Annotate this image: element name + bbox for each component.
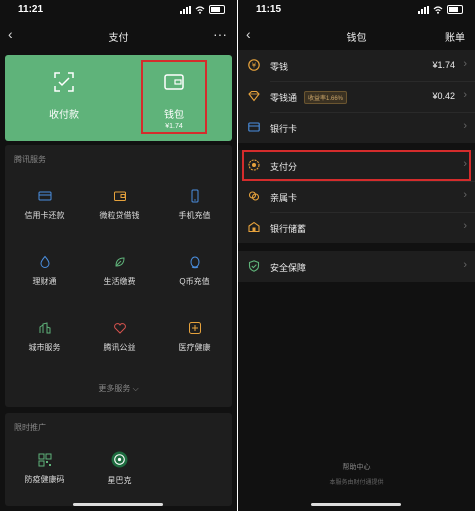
page-title: 支付 [108, 33, 129, 44]
wifi-icon [195, 5, 205, 14]
lqt-row[interactable]: 零钱通 收益率1.66% ¥0.42 › [238, 81, 475, 112]
change-label: 零钱 [270, 62, 289, 72]
shield-icon [248, 260, 260, 272]
page-title: 钱包 [346, 33, 367, 44]
service-label: 手机充值 [178, 211, 211, 220]
family-card-row[interactable]: 亲属卡 › [238, 181, 475, 212]
service-item[interactable]: 手机充值 [157, 189, 232, 221]
qq-penguin-icon [190, 256, 199, 269]
service-label: 理财通 [32, 277, 57, 286]
provider-note: 本服务由财付通提供 [329, 480, 384, 486]
balance-group: ¥ 零钱 ¥1.74 › 零钱通 收益率1.66% ¥0.42 › 银行卡 › [238, 50, 475, 143]
service-item[interactable]: 腾讯公益 [82, 321, 157, 353]
collect-pay-button[interactable]: 收付款 [19, 71, 109, 121]
chevron-right-icon: › [463, 89, 467, 101]
status-bar: 11:15 [238, 0, 475, 22]
status-time: 11:21 [18, 4, 44, 15]
wifi-icon [433, 5, 443, 14]
diamond-icon [248, 90, 260, 102]
security-row[interactable]: 安全保障 › [238, 251, 475, 282]
signal-icon [180, 5, 191, 14]
wallet-highlight-box [141, 60, 207, 134]
charity-heart-icon [113, 323, 126, 334]
lqt-value: ¥0.42 [432, 91, 455, 101]
battery-icon [209, 5, 225, 14]
signal-icon [418, 5, 429, 14]
chevron-right-icon: › [463, 220, 467, 232]
loan-wallet-icon [113, 191, 126, 201]
qr-code-icon [38, 453, 51, 467]
chevron-right-icon: › [463, 189, 467, 201]
bank-card-label: 银行卡 [270, 124, 298, 134]
service-label: 腾讯公益 [103, 343, 136, 352]
promotions-card: 限时推广 防疫健康码 星巴克 [5, 413, 232, 506]
coin-icon: ¥ [248, 59, 260, 71]
service-item[interactable]: 理财通 [7, 255, 82, 287]
more-icon[interactable]: ··· [213, 26, 227, 42]
nav-bar: ‹ 钱包 账单 [238, 24, 475, 48]
chevron-right-icon: › [463, 259, 467, 271]
medical-cross-icon [188, 322, 201, 334]
nav-bar: ‹ 支付 ··· [0, 24, 237, 48]
phone-icon [191, 189, 198, 203]
service-item[interactable]: Q币充值 [157, 255, 232, 287]
service-label: 城市服务 [28, 343, 61, 352]
service-label: 医疗健康 [178, 343, 211, 352]
savings-row[interactable]: 银行储蓄 › [238, 212, 475, 243]
chevron-right-icon: › [463, 58, 467, 70]
battery-icon [447, 5, 463, 14]
bill-link[interactable]: 账单 [445, 29, 465, 44]
promotions-heading: 限时推广 [14, 423, 46, 432]
svg-text:¥: ¥ [252, 62, 257, 70]
service-item[interactable]: 生活缴费 [82, 255, 157, 287]
credit-card-icon [38, 191, 51, 201]
health-code-label: 防疫健康码 [24, 475, 65, 484]
home-indicator [311, 503, 401, 506]
collect-pay-label: 收付款 [49, 110, 79, 121]
pay-score-highlight-box [242, 150, 471, 181]
lqt-label: 零钱通 [270, 93, 298, 103]
leaf-icon [114, 257, 125, 267]
yield-badge: 收益率1.66% [304, 91, 348, 104]
status-time: 11:15 [256, 4, 282, 15]
wallet-screen: 11:15 ‹ 钱包 账单 ¥ 零钱 ¥1.74 › 零钱通 收益率1.66% … [238, 0, 475, 511]
service-item[interactable]: 信用卡还款 [7, 189, 82, 221]
tencent-services-card: 腾讯服务 信用卡还款 微粒贷借钱 手机充值理财通 生活缴费 Q币充值城市服务 腾讯公益 医疗… [5, 145, 232, 407]
service-label: Q币充值 [179, 277, 210, 286]
more-services-link[interactable]: 更多服务 ⌵ [5, 383, 232, 394]
scan-icon [54, 72, 74, 92]
status-bar: 11:21 [0, 0, 237, 22]
help-center-link[interactable]: 帮助中心 [238, 462, 475, 472]
health-code-item[interactable]: 防疫健康码 [7, 453, 82, 485]
bank-card-row[interactable]: 银行卡 › [238, 112, 475, 143]
city-icon [39, 322, 50, 334]
savings-icon [248, 221, 260, 233]
starbucks-logo-icon [111, 451, 128, 468]
bank-card-icon [248, 122, 260, 132]
chevron-right-icon: › [463, 120, 467, 132]
finance-drop-icon [39, 255, 50, 268]
service-label: 信用卡还款 [24, 211, 65, 220]
service-label: 微粒贷借钱 [99, 211, 140, 220]
change-value: ¥1.74 [432, 60, 455, 70]
starbucks-item[interactable]: 星巴克 [82, 451, 157, 486]
service-item[interactable]: 城市服务 [7, 321, 82, 353]
family-card-icon [248, 191, 260, 201]
service-item[interactable]: 微粒贷借钱 [82, 189, 157, 221]
savings-label: 银行储蓄 [270, 224, 307, 234]
service-label: 生活缴费 [103, 277, 136, 286]
tencent-services-heading: 腾讯服务 [14, 155, 46, 164]
starbucks-label: 星巴克 [107, 476, 132, 485]
service-item[interactable]: 医疗健康 [157, 321, 232, 353]
change-row[interactable]: ¥ 零钱 ¥1.74 › [238, 50, 475, 81]
security-label: 安全保障 [270, 263, 307, 273]
payment-screen: 11:21 ‹ 支付 ··· 收付款 钱包 ¥1.74 腾讯服务 信用卡还款 微… [0, 0, 237, 511]
home-indicator [73, 503, 163, 506]
family-card-label: 亲属卡 [270, 193, 298, 203]
security-group: 安全保障 › [238, 251, 475, 282]
